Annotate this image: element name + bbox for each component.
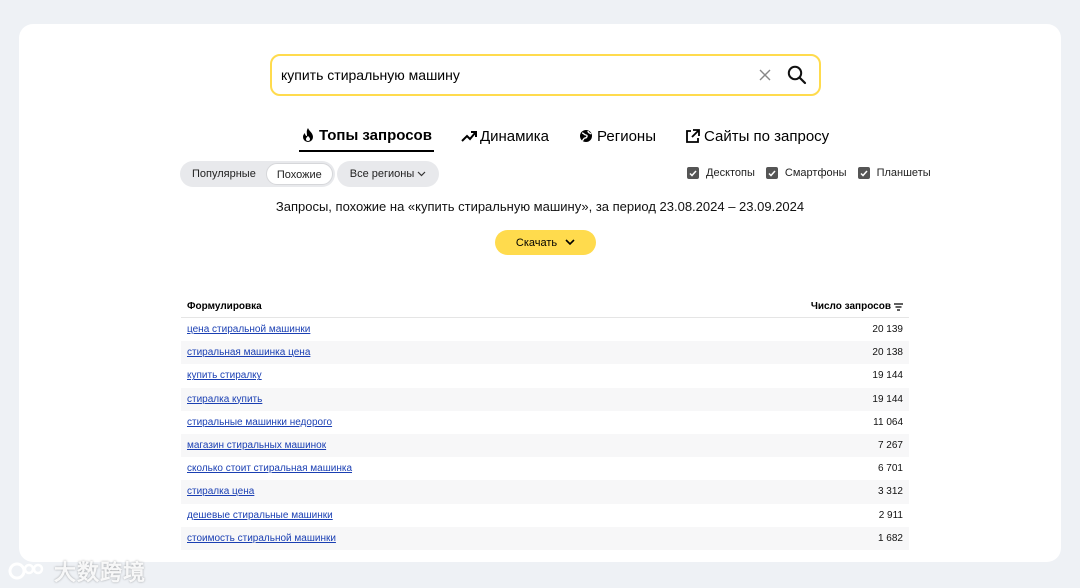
- checkmark-icon: [687, 167, 699, 179]
- table-row: сколько стоит стиральная машинка 6 701: [181, 457, 909, 480]
- checkmark-icon: [857, 167, 870, 179]
- flame-icon: [299, 126, 317, 144]
- table-row: магазин стиральных машинок 7 267: [181, 433, 909, 458]
- download-label: Скачать: [515, 236, 558, 249]
- query-count: 11 064: [873, 416, 903, 428]
- device-filters: Десктопы Смартфоны Планшеты: [687, 167, 942, 179]
- checkmark-icon: [765, 167, 778, 179]
- query-count: 7 267: [877, 440, 903, 452]
- watermark: 大数跨境: [8, 555, 146, 587]
- query-count: 2 911: [878, 509, 903, 521]
- checkbox-label: Смартфоны: [784, 167, 847, 179]
- query-count: 20 138: [872, 347, 903, 359]
- main-card: Топы запросов Динамика Регионы Сайты по …: [19, 24, 1061, 562]
- tab-label: Топы запросов: [319, 126, 432, 144]
- tab-regions[interactable]: Регионы: [577, 123, 658, 151]
- results-subtitle: Запросы, похожие на «купить стиральную м…: [275, 199, 805, 214]
- chevron-down-icon: [417, 171, 426, 177]
- column-header-phrase: Формулировка: [187, 301, 262, 312]
- table-row: стиралка купить 19 144: [181, 387, 909, 411]
- search-box[interactable]: [270, 54, 821, 96]
- table-row: стиральная машинка цена 20 138: [181, 341, 909, 365]
- column-header-count[interactable]: Число запросов: [811, 301, 903, 312]
- tab-label: Регионы: [597, 127, 656, 145]
- tab-top-queries[interactable]: Топы запросов: [299, 122, 434, 152]
- query-link[interactable]: стиральные машинки недорого: [187, 417, 332, 428]
- table-row: купить стиралку 19 144: [181, 364, 909, 387]
- chevron-down-icon: [565, 239, 575, 246]
- query-link[interactable]: стоимость стиральной машинки: [187, 533, 336, 544]
- query-link[interactable]: цена стиральной машинки: [187, 324, 310, 335]
- table-row: стиральные машинки недорого 11 064: [181, 411, 909, 434]
- table-row: стиралка цена 3 312: [181, 480, 909, 504]
- table-header: Формулировка Число запросов: [181, 296, 909, 318]
- segment-popular[interactable]: Популярные: [182, 163, 266, 185]
- table-row: дешевые стиральные машинки 2 911: [181, 504, 909, 527]
- checkbox-label: Планшеты: [876, 167, 931, 179]
- watermark-logo-icon: [8, 562, 44, 580]
- query-count: 20 139: [872, 324, 903, 336]
- search-input[interactable]: [281, 67, 755, 83]
- segment-similar[interactable]: Похожие: [265, 163, 333, 185]
- clear-icon[interactable]: [755, 65, 775, 85]
- queries-table: Формулировка Число запросов цена стираль…: [181, 296, 909, 550]
- trend-icon: [460, 127, 478, 145]
- query-link[interactable]: стиралка цена: [187, 486, 254, 497]
- query-type-toggle: Популярные Похожие: [180, 161, 335, 187]
- checkbox-tablets[interactable]: Планшеты: [857, 167, 931, 179]
- globe-icon: [577, 127, 595, 145]
- column-header-count-label: Число запросов: [810, 301, 891, 312]
- download-button[interactable]: Скачать: [495, 230, 596, 255]
- query-link[interactable]: стиральная машинка цена: [187, 347, 310, 358]
- query-count: 1 682: [877, 532, 903, 544]
- checkbox-label: Десктопы: [706, 167, 755, 179]
- table-row: цена стиральной машинки 20 139: [181, 318, 909, 341]
- table-body: цена стиральной машинки 20 139 стиральная …: [181, 318, 909, 550]
- query-link[interactable]: сколько стоит стиральная машинка: [187, 463, 352, 474]
- external-link-icon: [684, 127, 702, 145]
- query-link[interactable]: купить стиралку: [187, 370, 262, 381]
- query-link[interactable]: дешевые стиральные машинки: [187, 510, 333, 521]
- tab-label: Динамика: [479, 127, 550, 145]
- search-icon[interactable]: [785, 63, 809, 87]
- query-count: 19 144: [872, 370, 903, 382]
- sort-icon: [894, 302, 903, 311]
- query-link[interactable]: стиралка купить: [187, 394, 262, 405]
- regions-label: Все регионы: [349, 168, 415, 180]
- checkbox-desktop[interactable]: Десктопы: [687, 167, 755, 179]
- tabs: Топы запросов Динамика Регионы Сайты по …: [299, 122, 857, 152]
- query-count: 3 312: [877, 486, 903, 498]
- checkbox-smartphones[interactable]: Смартфоны: [765, 167, 847, 179]
- tab-sites[interactable]: Сайты по запросу: [684, 123, 831, 151]
- query-count: 19 144: [872, 393, 903, 405]
- tab-dynamics[interactable]: Динамика: [460, 123, 551, 151]
- tab-label: Сайты по запросу: [703, 127, 830, 145]
- watermark-text: 大数跨境: [54, 560, 147, 585]
- table-row: стоимость стиральной машинки 1 682: [181, 526, 909, 550]
- query-link[interactable]: магазин стиральных машинок: [187, 440, 326, 451]
- regions-dropdown[interactable]: Все регионы: [337, 161, 439, 187]
- query-count: 6 701: [877, 463, 903, 475]
